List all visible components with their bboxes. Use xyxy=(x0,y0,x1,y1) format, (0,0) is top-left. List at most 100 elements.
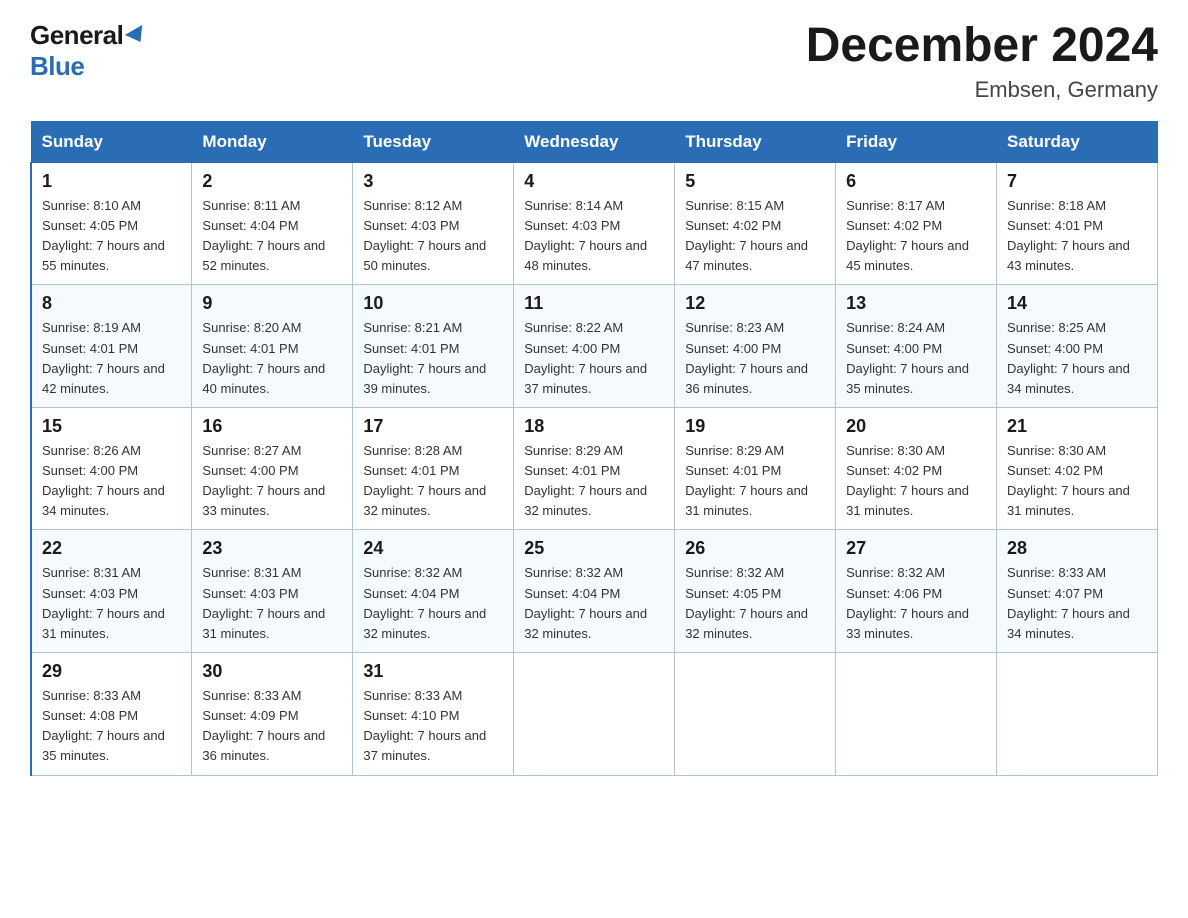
day-info: Sunrise: 8:31 AMSunset: 4:03 PMDaylight:… xyxy=(202,563,342,644)
day-number: 5 xyxy=(685,171,825,192)
calendar-cell: 8Sunrise: 8:19 AMSunset: 4:01 PMDaylight… xyxy=(31,285,192,408)
calendar-cell: 24 Sunrise: 8:32 AMSunset: 4:04 PMDayligh… xyxy=(353,530,514,653)
calendar-cell: 9 Sunrise: 8:20 AMSunset: 4:01 PMDaylight… xyxy=(192,285,353,408)
calendar-cell: 27 Sunrise: 8:32 AMSunset: 4:06 PMDayligh… xyxy=(836,530,997,653)
day-number: 30 xyxy=(202,661,342,682)
calendar-cell: 29Sunrise: 8:33 AMSunset: 4:08 PMDayligh… xyxy=(31,653,192,776)
day-info: Sunrise: 8:30 AMSunset: 4:02 PMDaylight:… xyxy=(1007,441,1147,522)
day-number: 9 xyxy=(202,293,342,314)
day-info: Sunrise: 8:32 AMSunset: 4:05 PMDaylight:… xyxy=(685,563,825,644)
day-info: Sunrise: 8:23 AMSunset: 4:00 PMDaylight:… xyxy=(685,318,825,399)
calendar-cell: 19Sunrise: 8:29 AMSunset: 4:01 PMDayligh… xyxy=(675,407,836,530)
calendar-cell: 5 Sunrise: 8:15 AMSunset: 4:02 PMDaylight… xyxy=(675,162,836,285)
calendar-cell: 20 Sunrise: 8:30 AMSunset: 4:02 PMDayligh… xyxy=(836,407,997,530)
day-info: Sunrise: 8:20 AMSunset: 4:01 PMDaylight:… xyxy=(202,318,342,399)
header: General Blue December 2024 Embsen, Germa… xyxy=(30,20,1158,103)
day-info: Sunrise: 8:10 AMSunset: 4:05 PMDaylight:… xyxy=(42,196,181,277)
calendar-cell: 14 Sunrise: 8:25 AMSunset: 4:00 PMDayligh… xyxy=(997,285,1158,408)
calendar-cell: 2Sunrise: 8:11 AMSunset: 4:04 PMDaylight… xyxy=(192,162,353,285)
day-info: Sunrise: 8:14 AMSunset: 4:03 PMDaylight:… xyxy=(524,196,664,277)
day-number: 13 xyxy=(846,293,986,314)
calendar-cell: 4 Sunrise: 8:14 AMSunset: 4:03 PMDaylight… xyxy=(514,162,675,285)
calendar-cell: 17Sunrise: 8:28 AMSunset: 4:01 PMDayligh… xyxy=(353,407,514,530)
day-info: Sunrise: 8:26 AMSunset: 4:00 PMDaylight:… xyxy=(42,441,181,522)
day-number: 3 xyxy=(363,171,503,192)
day-number: 4 xyxy=(524,171,664,192)
day-number: 1 xyxy=(42,171,181,192)
day-info: Sunrise: 8:29 AMSunset: 4:01 PMDaylight:… xyxy=(524,441,664,522)
calendar-cell: 25Sunrise: 8:32 AMSunset: 4:04 PMDayligh… xyxy=(514,530,675,653)
day-number: 20 xyxy=(846,416,986,437)
calendar-cell: 10Sunrise: 8:21 AMSunset: 4:01 PMDayligh… xyxy=(353,285,514,408)
day-info: Sunrise: 8:32 AMSunset: 4:04 PMDaylight:… xyxy=(363,563,503,644)
title-area: December 2024 Embsen, Germany xyxy=(806,20,1158,103)
day-info: Sunrise: 8:33 AMSunset: 4:10 PMDaylight:… xyxy=(363,686,503,767)
subtitle: Embsen, Germany xyxy=(806,77,1158,103)
day-number: 10 xyxy=(363,293,503,314)
day-info: Sunrise: 8:15 AMSunset: 4:02 PMDaylight:… xyxy=(685,196,825,277)
calendar-cell: 12 Sunrise: 8:23 AMSunset: 4:00 PMDayligh… xyxy=(675,285,836,408)
calendar-cell: 13 Sunrise: 8:24 AMSunset: 4:00 PMDayligh… xyxy=(836,285,997,408)
calendar-cell: 15 Sunrise: 8:26 AMSunset: 4:00 PMDayligh… xyxy=(31,407,192,530)
day-info: Sunrise: 8:17 AMSunset: 4:02 PMDaylight:… xyxy=(846,196,986,277)
day-number: 24 xyxy=(363,538,503,559)
day-info: Sunrise: 8:28 AMSunset: 4:01 PMDaylight:… xyxy=(363,441,503,522)
day-info: Sunrise: 8:31 AMSunset: 4:03 PMDaylight:… xyxy=(42,563,181,644)
day-info: Sunrise: 8:32 AMSunset: 4:06 PMDaylight:… xyxy=(846,563,986,644)
day-number: 14 xyxy=(1007,293,1147,314)
calendar-cell: 30 Sunrise: 8:33 AMSunset: 4:09 PMDayligh… xyxy=(192,653,353,776)
day-number: 26 xyxy=(685,538,825,559)
calendar-header-row: SundayMondayTuesdayWednesdayThursdayFrid… xyxy=(31,121,1158,162)
header-friday: Friday xyxy=(836,121,997,162)
calendar-cell: 26 Sunrise: 8:32 AMSunset: 4:05 PMDayligh… xyxy=(675,530,836,653)
day-info: Sunrise: 8:12 AMSunset: 4:03 PMDaylight:… xyxy=(363,196,503,277)
header-sunday: Sunday xyxy=(31,121,192,162)
calendar-cell xyxy=(836,653,997,776)
calendar-cell: 1 Sunrise: 8:10 AMSunset: 4:05 PMDaylight… xyxy=(31,162,192,285)
day-number: 29 xyxy=(42,661,181,682)
calendar-table: SundayMondayTuesdayWednesdayThursdayFrid… xyxy=(30,121,1158,776)
calendar-cell: 18 Sunrise: 8:29 AMSunset: 4:01 PMDayligh… xyxy=(514,407,675,530)
day-number: 12 xyxy=(685,293,825,314)
day-info: Sunrise: 8:19 AMSunset: 4:01 PMDaylight:… xyxy=(42,318,181,399)
header-saturday: Saturday xyxy=(997,121,1158,162)
day-number: 11 xyxy=(524,293,664,314)
day-number: 27 xyxy=(846,538,986,559)
calendar-week-1: 1 Sunrise: 8:10 AMSunset: 4:05 PMDaylight… xyxy=(31,162,1158,285)
calendar-cell: 31Sunrise: 8:33 AMSunset: 4:10 PMDayligh… xyxy=(353,653,514,776)
calendar-cell: 22 Sunrise: 8:31 AMSunset: 4:03 PMDayligh… xyxy=(31,530,192,653)
logo: General Blue xyxy=(30,20,147,82)
day-number: 21 xyxy=(1007,416,1147,437)
day-number: 18 xyxy=(524,416,664,437)
calendar-cell: 3 Sunrise: 8:12 AMSunset: 4:03 PMDaylight… xyxy=(353,162,514,285)
day-info: Sunrise: 8:24 AMSunset: 4:00 PMDaylight:… xyxy=(846,318,986,399)
header-monday: Monday xyxy=(192,121,353,162)
calendar-cell xyxy=(997,653,1158,776)
day-number: 19 xyxy=(685,416,825,437)
day-info: Sunrise: 8:27 AMSunset: 4:00 PMDaylight:… xyxy=(202,441,342,522)
header-thursday: Thursday xyxy=(675,121,836,162)
day-info: Sunrise: 8:30 AMSunset: 4:02 PMDaylight:… xyxy=(846,441,986,522)
header-wednesday: Wednesday xyxy=(514,121,675,162)
calendar-cell: 23 Sunrise: 8:31 AMSunset: 4:03 PMDayligh… xyxy=(192,530,353,653)
calendar-cell: 11 Sunrise: 8:22 AMSunset: 4:00 PMDayligh… xyxy=(514,285,675,408)
day-number: 28 xyxy=(1007,538,1147,559)
day-number: 22 xyxy=(42,538,181,559)
day-number: 23 xyxy=(202,538,342,559)
calendar-cell: 7 Sunrise: 8:18 AMSunset: 4:01 PMDaylight… xyxy=(997,162,1158,285)
day-info: Sunrise: 8:18 AMSunset: 4:01 PMDaylight:… xyxy=(1007,196,1147,277)
day-number: 2 xyxy=(202,171,342,192)
main-title: December 2024 xyxy=(806,20,1158,73)
day-info: Sunrise: 8:22 AMSunset: 4:00 PMDaylight:… xyxy=(524,318,664,399)
calendar-week-3: 15 Sunrise: 8:26 AMSunset: 4:00 PMDayligh… xyxy=(31,407,1158,530)
day-number: 25 xyxy=(524,538,664,559)
calendar-cell: 21 Sunrise: 8:30 AMSunset: 4:02 PMDayligh… xyxy=(997,407,1158,530)
logo-blue-text: Blue xyxy=(30,51,84,82)
day-number: 15 xyxy=(42,416,181,437)
day-info: Sunrise: 8:33 AMSunset: 4:09 PMDaylight:… xyxy=(202,686,342,767)
calendar-cell: 6 Sunrise: 8:17 AMSunset: 4:02 PMDaylight… xyxy=(836,162,997,285)
day-number: 7 xyxy=(1007,171,1147,192)
day-number: 6 xyxy=(846,171,986,192)
logo-general-text: General xyxy=(30,20,123,51)
day-info: Sunrise: 8:25 AMSunset: 4:00 PMDaylight:… xyxy=(1007,318,1147,399)
